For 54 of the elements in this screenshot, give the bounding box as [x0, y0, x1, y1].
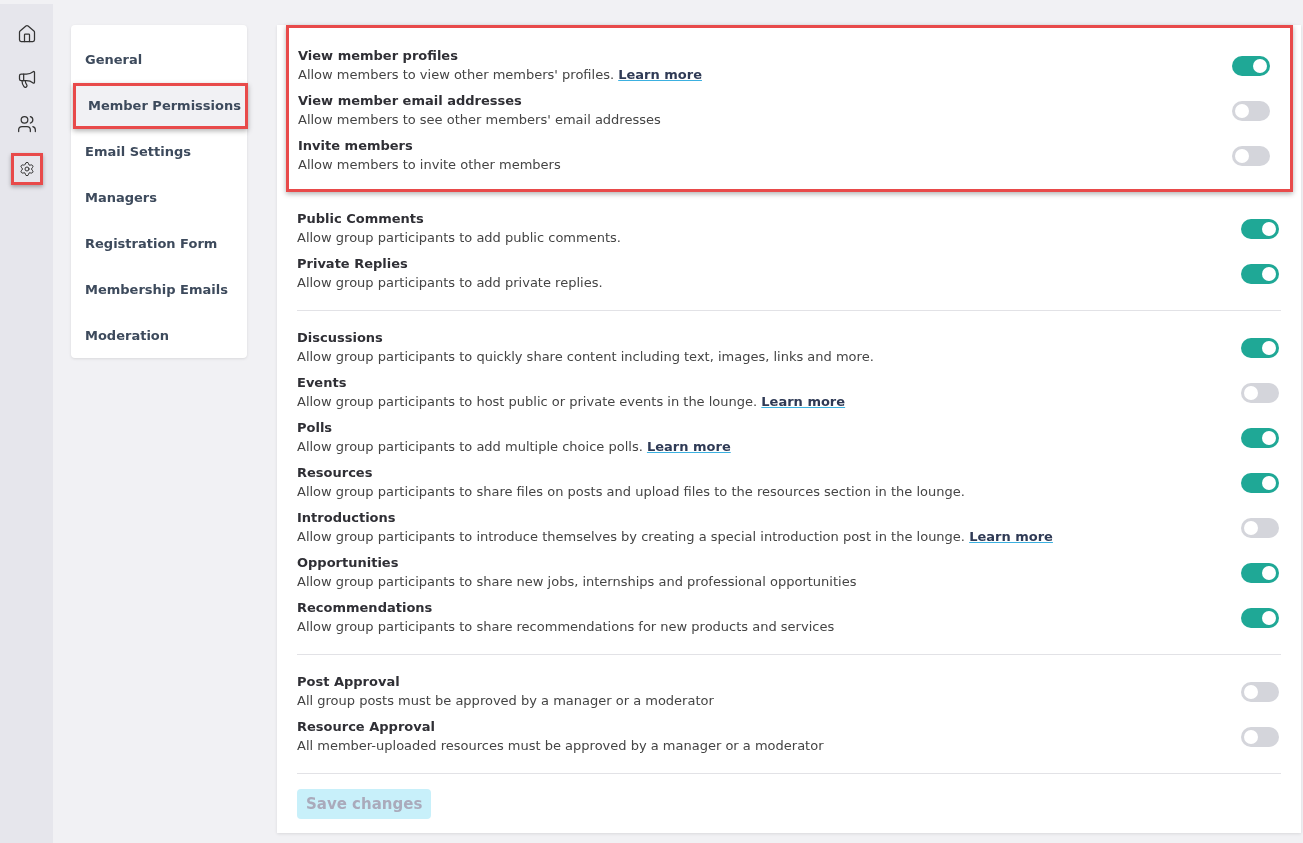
toggle-switch[interactable]: [1241, 263, 1279, 284]
setting-title: Introductions: [297, 509, 397, 527]
menu-item[interactable]: Moderation: [71, 312, 247, 359]
toggle-switch[interactable]: [1241, 382, 1279, 403]
toggle-switch[interactable]: [1241, 562, 1279, 583]
settings-icon[interactable]: [10, 153, 43, 185]
setting-description: All group posts must be approved by a manager or a moderator: [297, 692, 714, 710]
toggle-switch[interactable]: [1241, 337, 1279, 358]
setting-title: View member profiles: [298, 47, 459, 65]
setting-description: Allow group participants to share recommendations for new products and services: [297, 618, 835, 636]
setting-title: Opportunities: [297, 554, 400, 572]
setting-title: Discussions: [297, 329, 384, 347]
setting-title: Events: [297, 374, 348, 392]
toggle-switch[interactable]: [1241, 517, 1279, 538]
menu-item[interactable]: General: [71, 37, 247, 83]
toggle-switch[interactable]: [1241, 607, 1279, 628]
learn-more-link[interactable]: Learn more: [646, 439, 731, 454]
setting-title: Resources: [297, 464, 374, 482]
setting-description: Allow group participants to host public or private events in the lounge. Learn more: [297, 393, 846, 411]
menu-item[interactable]: Managers: [71, 174, 247, 221]
toggle-switch[interactable]: [1241, 726, 1279, 747]
setting-title: Public Comments: [297, 210, 425, 228]
setting-description: Allow group participants to add public comments.: [297, 229, 621, 247]
menu-item[interactable]: Email Settings: [71, 128, 247, 175]
setting-description: Allow members to view other members' profiles. Learn more: [298, 66, 702, 84]
learn-more-link[interactable]: Learn more: [618, 67, 702, 82]
setting-description: Allow group participants to add private replies.: [297, 274, 603, 292]
setting-description: Allow group participants to quickly share content including text, images, links and more.: [297, 348, 874, 366]
setting-description: Allow members to invite other members: [298, 156, 561, 174]
setting-description: Allow group participants to share files on posts and upload files to the resources section in the lounge.: [297, 483, 965, 501]
menu-item[interactable]: Member Permissions: [73, 82, 248, 129]
setting-description: Allow members to see other members' email addresses: [298, 111, 661, 129]
setting-description: Allow group participants to add multiple choice polls. Learn more: [297, 438, 731, 456]
setting-title: Invite members: [298, 137, 414, 155]
toggle-switch[interactable]: [1241, 427, 1279, 448]
setting-title: View member email addresses: [298, 92, 523, 110]
toggle-switch[interactable]: [1232, 100, 1270, 121]
toggle-switch[interactable]: [1241, 218, 1279, 239]
toggle-switch[interactable]: [1232, 55, 1270, 76]
menu-item[interactable]: Membership Emails: [71, 266, 247, 313]
learn-more-link[interactable]: Learn more: [969, 529, 1053, 544]
setting-title: Post Approval: [297, 673, 401, 691]
setting-description: All member-uploaded resources must be approved by a manager or a moderator: [297, 737, 824, 755]
setting-title: Private Replies: [297, 255, 409, 273]
toggle-switch[interactable]: [1241, 681, 1279, 702]
setting-description: Allow group participants to share new jobs, internships and professional opportunities: [297, 573, 857, 591]
menu-item[interactable]: Registration Form: [71, 220, 247, 267]
toggle-switch[interactable]: [1241, 472, 1279, 493]
learn-more-link[interactable]: Learn more: [761, 394, 846, 409]
toggle-switch[interactable]: [1232, 145, 1270, 166]
setting-title: Resource Approval: [297, 718, 436, 736]
setting-title: Recommendations: [297, 599, 434, 617]
setting-description: Allow group participants to introduce themselves by creating a special introduction post in the lounge. Learn more: [297, 528, 1053, 546]
setting-title: Polls: [297, 419, 334, 437]
